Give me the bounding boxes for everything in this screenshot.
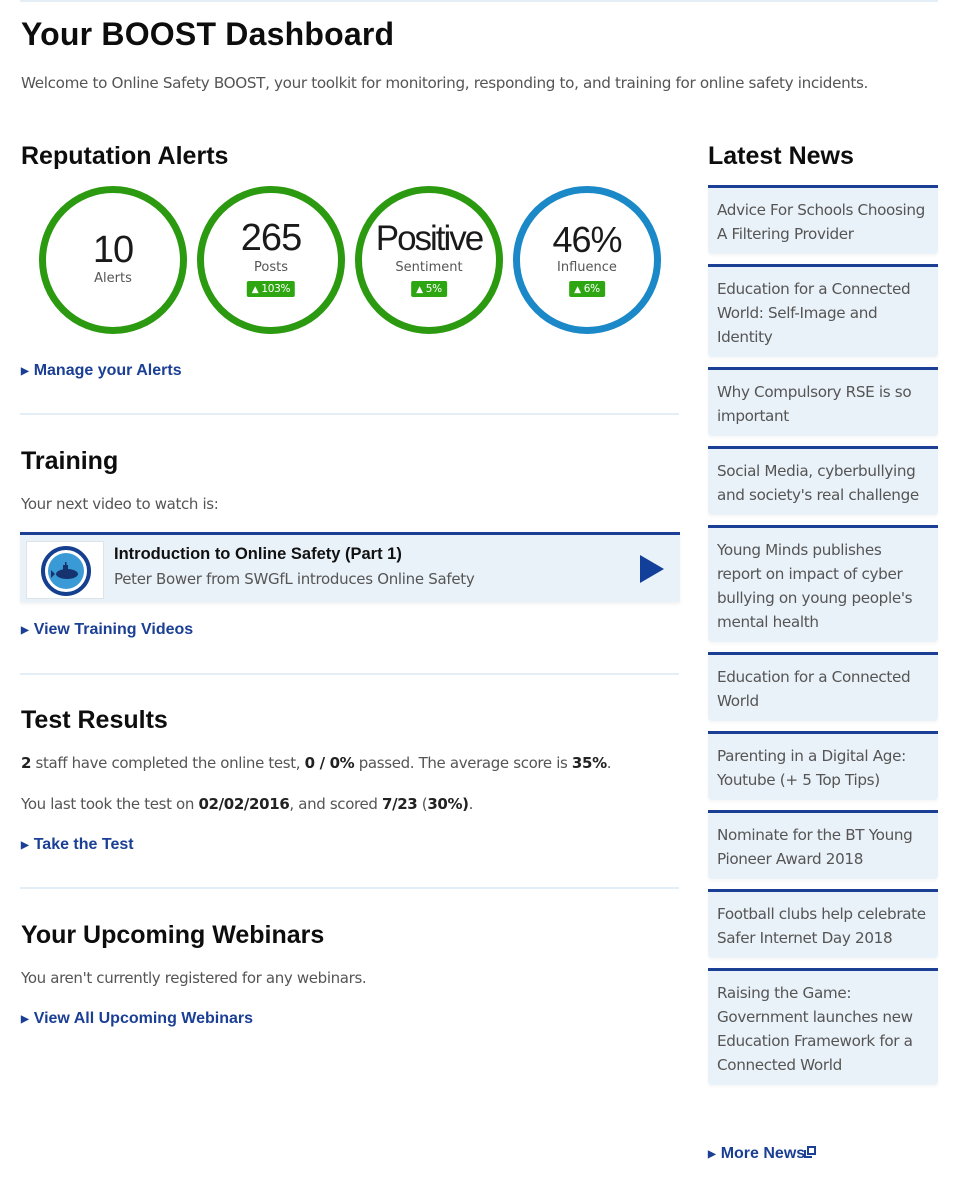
- metric-label: Alerts: [94, 271, 132, 286]
- more-news-link[interactable]: ▶ More News: [708, 1145, 817, 1163]
- page-title: Your BOOST Dashboard: [21, 16, 395, 52]
- last-test-info: You last took the test on 02/02/2016, an…: [21, 795, 474, 813]
- metric-label: Influence: [557, 260, 617, 275]
- latest-news-heading: Latest News: [708, 142, 854, 170]
- up-arrow-icon: ▲: [416, 285, 423, 295]
- section-divider: [20, 887, 679, 889]
- external-link-icon: [804, 1146, 817, 1158]
- news-item[interactable]: Young Minds publishes report on impact o…: [708, 525, 938, 642]
- caret-right-icon: ▶: [21, 1014, 29, 1025]
- page-intro: Welcome to Online Safety BOOST, your too…: [21, 74, 868, 92]
- metric-value: Positive: [375, 219, 485, 258]
- reputation-metrics: 10 Alerts 265 Posts ▲ 103% Positive Senti…: [39, 186, 679, 336]
- metric-alerts[interactable]: 10 Alerts: [39, 186, 187, 334]
- caret-right-icon: ▶: [21, 840, 29, 851]
- webinars-message: You aren't currently registered for any …: [21, 969, 367, 987]
- view-training-videos-link[interactable]: ▶ View Training Videos: [21, 621, 193, 639]
- view-webinars-link[interactable]: ▶ View All Upcoming Webinars: [21, 1010, 253, 1028]
- section-divider: [20, 673, 679, 675]
- news-item[interactable]: Education for a Connected World: Self-Im…: [708, 264, 938, 357]
- news-item[interactable]: Social Media, cyberbullying and society'…: [708, 446, 938, 515]
- metric-label: Sentiment: [395, 260, 463, 275]
- news-item[interactable]: Raising the Game: Government launches ne…: [708, 968, 938, 1085]
- metric-value: 265: [240, 217, 302, 259]
- metric-value: 46%: [552, 219, 622, 260]
- webinars-heading: Your Upcoming Webinars: [21, 921, 325, 949]
- take-test-link[interactable]: ▶ Take the Test: [21, 836, 134, 854]
- play-icon[interactable]: [640, 555, 664, 583]
- video-title[interactable]: Introduction to Online Safety (Part 1): [114, 545, 402, 564]
- change-badge: ▲ 5%: [411, 281, 447, 297]
- top-divider: [20, 0, 938, 2]
- up-arrow-icon: ▲: [574, 285, 581, 295]
- test-results-heading: Test Results: [21, 706, 168, 734]
- news-item[interactable]: Football clubs help celebrate Safer Inte…: [708, 889, 938, 958]
- metric-value: 10: [92, 229, 134, 271]
- training-heading: Training: [21, 447, 119, 475]
- metric-label: Posts: [254, 260, 288, 275]
- news-item[interactable]: Why Compulsory RSE is so important: [708, 367, 938, 436]
- submarine-logo-icon: [41, 546, 91, 596]
- caret-right-icon: ▶: [21, 625, 29, 636]
- news-item[interactable]: Nominate for the BT Young Pioneer Award …: [708, 810, 938, 879]
- reputation-alerts-heading: Reputation Alerts: [21, 142, 229, 170]
- up-arrow-icon: ▲: [251, 285, 259, 295]
- training-intro: Your next video to watch is:: [21, 495, 219, 513]
- video-thumbnail: [26, 541, 104, 599]
- news-item[interactable]: Education for a Connected World: [708, 652, 938, 721]
- manage-alerts-link[interactable]: ▶ Manage your Alerts: [21, 362, 182, 380]
- news-list: Advice For Schools Choosing A Filtering …: [708, 185, 938, 1095]
- metric-sentiment[interactable]: Positive Sentiment ▲ 5%: [355, 186, 503, 334]
- next-video-card[interactable]: Introduction to Online Safety (Part 1) P…: [20, 532, 680, 602]
- metric-posts[interactable]: 265 Posts ▲ 103%: [197, 186, 345, 334]
- news-item[interactable]: Advice For Schools Choosing A Filtering …: [708, 185, 938, 254]
- video-subtitle: Peter Bower from SWGfL introduces Online…: [114, 570, 475, 588]
- metric-influence[interactable]: 46% Influence ▲ 6%: [513, 186, 661, 334]
- change-badge: ▲ 6%: [569, 281, 605, 297]
- test-summary: 2 staff have completed the online test, …: [21, 754, 612, 772]
- change-badge: ▲ 103%: [246, 281, 296, 297]
- section-divider: [20, 413, 679, 415]
- news-item[interactable]: Parenting in a Digital Age: Youtube (+ 5…: [708, 731, 938, 800]
- caret-right-icon: ▶: [21, 366, 29, 377]
- caret-right-icon: ▶: [708, 1149, 716, 1160]
